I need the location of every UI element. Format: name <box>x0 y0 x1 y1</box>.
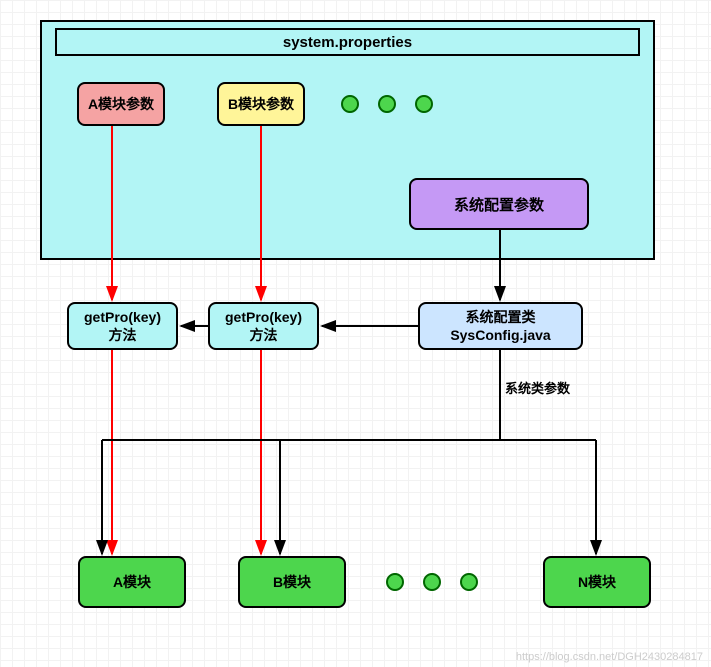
get-pro-a-label: getPro(key) 方法 <box>84 308 161 344</box>
ellipsis-icon <box>386 573 404 591</box>
ellipsis-icon <box>415 95 433 113</box>
module-n-label: N模块 <box>578 572 616 592</box>
sys-config-class-label: 系统配置类 SysConfig.java <box>450 308 550 344</box>
system-properties-title: system.properties <box>55 28 640 56</box>
ellipsis-icon <box>341 95 359 113</box>
get-pro-b-label: getPro(key) 方法 <box>225 308 302 344</box>
sys-config-class-box: 系统配置类 SysConfig.java <box>418 302 583 350</box>
module-n-box: N模块 <box>543 556 651 608</box>
sys-config-params-label: 系统配置参数 <box>454 194 544 215</box>
module-b-params-box: B模块参数 <box>217 82 305 126</box>
module-b-label: B模块 <box>273 572 311 592</box>
get-pro-b-box: getPro(key) 方法 <box>208 302 319 350</box>
sys-class-params-label: 系统类参数 <box>505 378 570 397</box>
ellipsis-icon <box>460 573 478 591</box>
ellipsis-icon <box>423 573 441 591</box>
module-b-params-label: B模块参数 <box>228 94 294 114</box>
module-a-box: A模块 <box>78 556 186 608</box>
module-a-label: A模块 <box>113 572 151 592</box>
title-text: system.properties <box>283 34 412 51</box>
ellipsis-icon <box>378 95 396 113</box>
get-pro-a-box: getPro(key) 方法 <box>67 302 178 350</box>
module-b-box: B模块 <box>238 556 346 608</box>
module-a-params-box: A模块参数 <box>77 82 165 126</box>
sys-config-params-box: 系统配置参数 <box>409 178 589 230</box>
module-a-params-label: A模块参数 <box>88 94 154 114</box>
diagram-canvas: system.properties A模块参数 B模块参数 系统配置参数 get… <box>0 0 711 667</box>
watermark-text: https://blog.csdn.net/DGH2430284817 <box>516 651 703 663</box>
